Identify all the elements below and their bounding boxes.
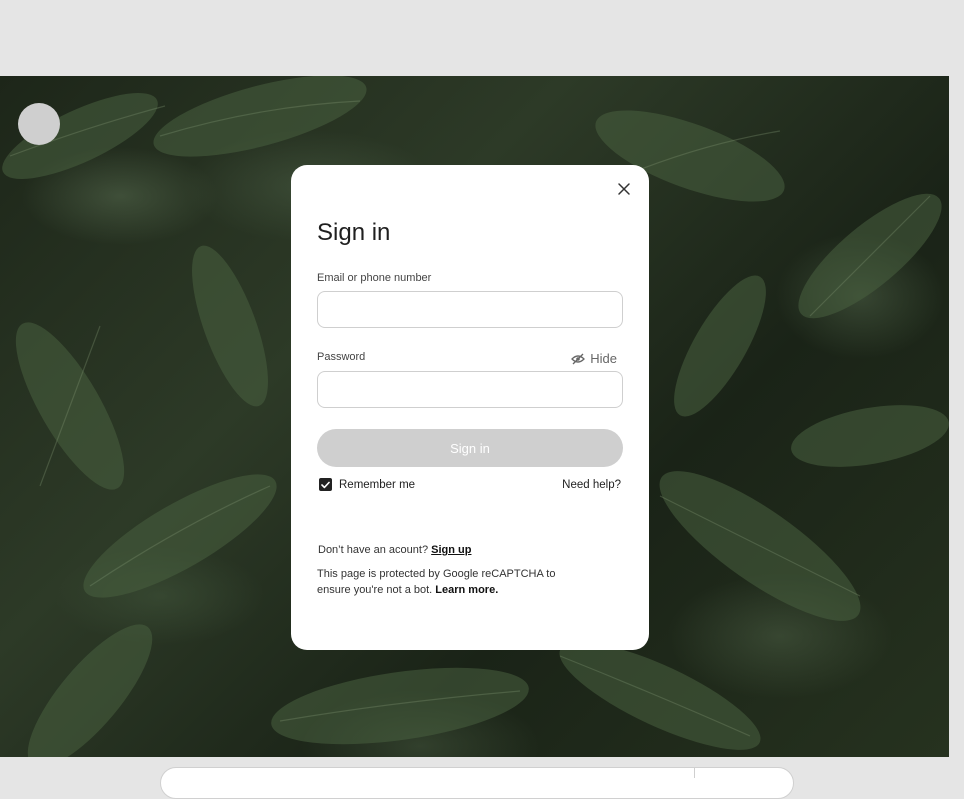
bottom-bar-divider — [694, 768, 695, 778]
no-account-text: Don’t have an acount? — [318, 544, 429, 556]
recaptcha-notice: This page is protected by Google reCAPTC… — [317, 566, 567, 598]
sign-in-button[interactable]: Sign in — [317, 429, 623, 467]
checkmark-icon — [321, 481, 330, 488]
password-label: Password — [317, 351, 366, 363]
hide-password-toggle[interactable]: Hide — [571, 351, 617, 366]
eye-slash-icon — [571, 353, 586, 364]
remember-me-label: Remember me — [339, 478, 416, 491]
bottom-bar — [160, 767, 794, 799]
learn-more-link[interactable]: Learn more. — [435, 584, 498, 596]
signup-prompt: Don’t have an acount? Sign up — [318, 544, 471, 556]
need-help-link[interactable]: Need help? — [562, 479, 621, 491]
avatar[interactable] — [18, 103, 60, 145]
email-input[interactable] — [317, 291, 623, 328]
checkbox-checked[interactable] — [319, 478, 332, 491]
modal-title: Sign in — [317, 219, 391, 246]
password-input[interactable] — [317, 371, 623, 408]
hide-label: Hide — [590, 351, 617, 366]
sign-up-link[interactable]: Sign up — [431, 544, 471, 556]
email-label: Email or phone number — [317, 272, 432, 284]
remember-me-checkbox[interactable]: Remember me — [319, 478, 415, 491]
close-icon[interactable] — [617, 182, 631, 196]
sign-in-modal: Sign in Email or phone number Password H… — [291, 165, 649, 650]
